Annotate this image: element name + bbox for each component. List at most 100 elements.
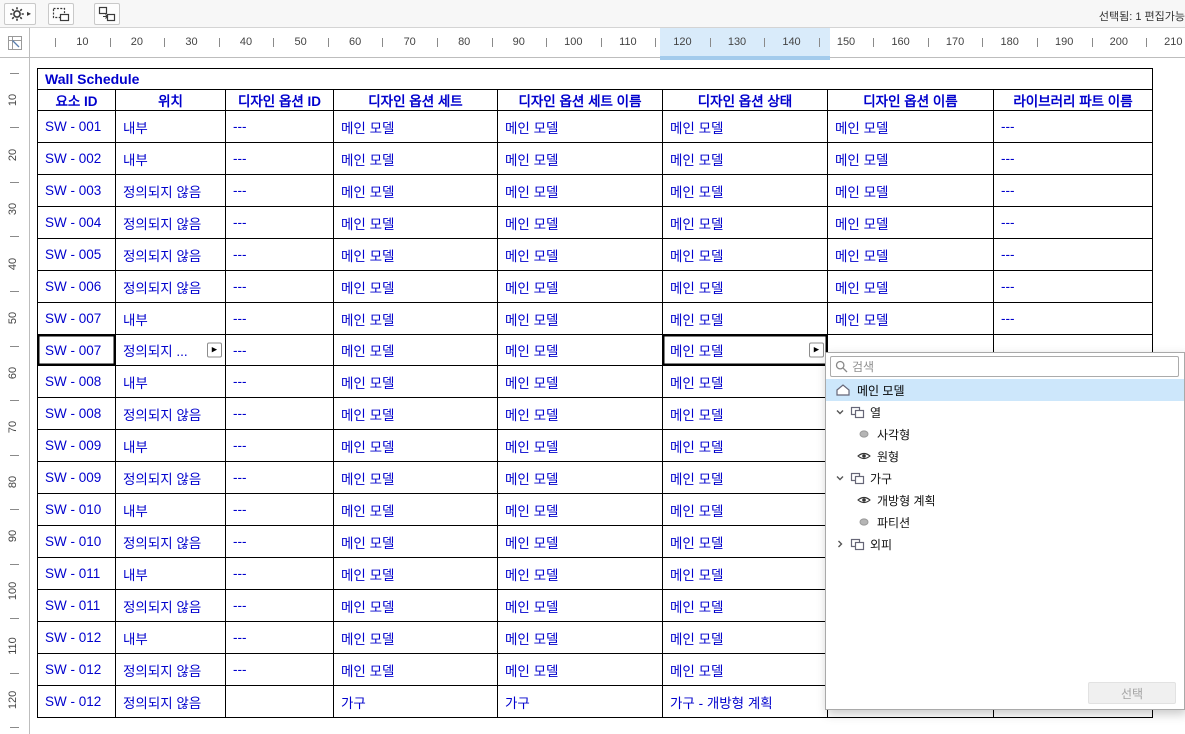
table-cell[interactable]: SW - 006 [38,271,116,303]
table-cell[interactable]: --- [226,239,334,271]
table-cell[interactable]: SW - 003 [38,175,116,207]
table-cell[interactable]: 메인 모델 [663,143,828,175]
column-header-6[interactable]: 디자인 옵션 이름 [828,90,994,111]
frame-tool-button[interactable] [48,3,74,25]
table-cell[interactable]: 메인 모델 [663,622,828,654]
table-cell[interactable]: 메인 모델 [498,366,663,398]
table-cell[interactable]: 정의되지 않음 [116,207,226,239]
table-cell[interactable]: --- [226,494,334,526]
table-cell[interactable]: 메인 모델 [663,271,828,303]
table-cell[interactable]: 메인 모델 [828,143,994,175]
editing-location-cell[interactable]: 정의되지 ...▶ [116,335,226,366]
table-cell[interactable]: --- [226,207,334,239]
table-cell[interactable]: 메인 모델 [498,494,663,526]
design-option-row[interactable]: 파티션 [826,511,1184,533]
table-cell[interactable]: 정의되지 않음 [116,590,226,622]
table-cell[interactable] [226,686,334,718]
table-cell[interactable]: 메인 모델 [334,207,498,239]
table-cell[interactable]: SW - 011 [38,590,116,622]
table-cell[interactable]: 내부 [116,430,226,462]
table-cell[interactable]: 메인 모델 [828,207,994,239]
table-cell[interactable]: SW - 011 [38,558,116,590]
open-dropdown-button[interactable]: ▶ [809,343,824,358]
table-cell[interactable]: 정의되지 않음 [116,239,226,271]
editing-row-id-cell[interactable]: SW - 007 [38,335,116,366]
column-header-4[interactable]: 디자인 옵션 세트 이름 [498,90,663,111]
table-cell[interactable]: SW - 004 [38,207,116,239]
table-cell[interactable]: 메인 모델 [498,303,663,335]
option-set-row[interactable]: 열 [826,401,1184,423]
table-cell[interactable]: 정의되지 않음 [116,462,226,494]
table-cell[interactable]: 메인 모델 [334,398,498,430]
table-cell[interactable]: 메인 모델 [334,558,498,590]
table-cell[interactable]: --- [226,654,334,686]
table-cell[interactable]: --- [226,526,334,558]
table-cell[interactable]: 메인 모델 [663,654,828,686]
table-cell[interactable]: 메인 모델 [334,590,498,622]
table-cell[interactable]: --- [994,207,1153,239]
table-cell[interactable]: SW - 009 [38,430,116,462]
table-cell[interactable]: 메인 모델 [498,590,663,622]
table-cell[interactable]: 메인 모델 [663,303,828,335]
table-cell[interactable]: 메인 모델 [334,526,498,558]
column-header-5[interactable]: 디자인 옵션 상태 [663,90,828,111]
table-cell[interactable]: --- [226,175,334,207]
table-cell[interactable]: 메인 모델 [498,111,663,143]
table-cell[interactable]: 내부 [116,303,226,335]
table-cell[interactable]: 정의되지 않음 [116,398,226,430]
table-cell[interactable]: 메인 모델 [828,175,994,207]
table-cell[interactable]: 정의되지 않음 [116,271,226,303]
table-cell[interactable]: --- [226,398,334,430]
table-cell[interactable]: 메인 모델 [498,398,663,430]
column-header-3[interactable]: 디자인 옵션 세트 [334,90,498,111]
table-cell[interactable]: 메인 모델 [663,558,828,590]
search-input[interactable] [852,360,1174,374]
table-cell[interactable]: 내부 [116,622,226,654]
table-cell[interactable]: 메인 모델 [663,430,828,462]
table-cell[interactable]: 정의되지 않음 [116,526,226,558]
table-cell[interactable]: SW - 012 [38,686,116,718]
table-cell[interactable]: 메인 모델 [334,143,498,175]
table-cell[interactable]: --- [226,111,334,143]
expand-cell-button[interactable]: ▶ [207,343,222,358]
design-option-row[interactable]: 사각형 [826,423,1184,445]
table-cell[interactable]: 메인 모델 [334,430,498,462]
transfer-tool-button[interactable] [94,3,120,25]
table-cell[interactable]: --- [226,590,334,622]
table-cell[interactable]: SW - 001 [38,111,116,143]
table-cell[interactable]: 메인 모델 [663,111,828,143]
table-cell[interactable]: 메인 모델 [334,366,498,398]
table-cell[interactable]: 메인 모델 [828,303,994,335]
table-cell[interactable]: 메인 모델 [828,111,994,143]
table-cell[interactable]: 내부 [116,366,226,398]
table-cell[interactable]: --- [226,430,334,462]
table-cell[interactable]: --- [226,303,334,335]
vertical-ruler[interactable]: 102030405060708090100110120 [0,58,30,734]
table-cell[interactable]: 메인 모델 [663,462,828,494]
table-cell[interactable]: 메인 모델 [334,654,498,686]
table-cell[interactable]: --- [994,271,1153,303]
table-cell[interactable]: 정의되지 않음 [116,175,226,207]
table-cell[interactable]: 메인 모델 [498,462,663,494]
table-cell[interactable]: 메인 모델 [828,239,994,271]
select-button[interactable]: 선택 [1088,682,1176,704]
table-cell[interactable]: 메인 모델 [498,558,663,590]
table-cell[interactable]: 메인 모델 [498,271,663,303]
table-cell[interactable]: 메인 모델 [334,494,498,526]
table-cell[interactable]: 메인 모델 [334,303,498,335]
table-cell[interactable]: 메인 모델 [663,398,828,430]
table-cell[interactable]: 메인 모델 [663,366,828,398]
table-cell[interactable]: 메인 모델 [334,175,498,207]
popup-search-box[interactable] [830,356,1179,377]
column-header-7[interactable]: 라이브러리 파트 이름 [994,90,1153,111]
table-cell[interactable]: SW - 008 [38,366,116,398]
table-cell[interactable]: 가구 [498,686,663,718]
table-cell[interactable]: SW - 009 [38,462,116,494]
table-cell[interactable]: 정의되지 않음 [116,654,226,686]
table-cell[interactable]: 메인 모델 [663,590,828,622]
table-cell[interactable]: SW - 008 [38,398,116,430]
table-cell[interactable]: 메인 모델 [828,271,994,303]
table-cell[interactable]: 메인 모델 [498,239,663,271]
table-cell[interactable]: --- [226,558,334,590]
column-header-1[interactable]: 위치 [116,90,226,111]
